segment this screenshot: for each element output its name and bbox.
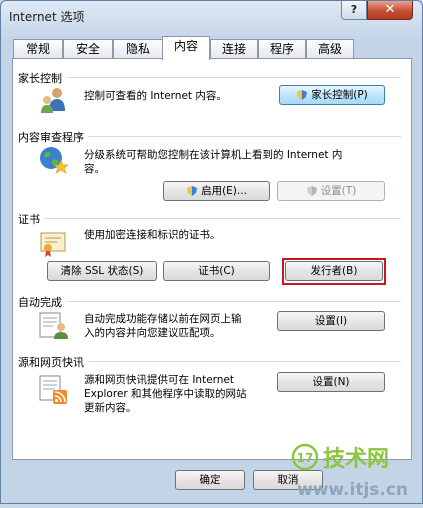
tab-programs[interactable]: 程序 [258,39,306,59]
publishers-highlight-box [282,258,386,285]
certificates-button[interactable]: 证书(C) [163,261,270,281]
tab-security[interactable]: 安全 [63,39,113,59]
tab-privacy[interactable]: 隐私 [113,39,163,59]
autocomplete-settings-button[interactable]: 设置(I) [277,311,385,331]
section-label-parental-controls: 家长控制 [18,70,66,86]
uac-shield-icon [187,186,198,196]
parental-controls-button-label: 家长控制(P) [311,89,368,101]
watermark-brand: 技术网 [323,447,389,472]
autocomplete-icon [39,312,68,339]
help-button[interactable]: ? [341,1,367,20]
section-divider [18,77,401,78]
parental-controls-button[interactable]: 家长控制(P) [279,85,385,105]
ok-button[interactable]: 确定 [175,470,245,490]
content-advisor-enable-label: 启用(E)... [201,185,247,197]
section-label-autocomplete: 自动完成 [18,294,66,310]
internet-options-window: Internet 选项 ? ✕ 常规 安全 隐私 内容 连接 程序 高级 家长控… [0,0,423,504]
certificates-description: 使用加密连接和标识的证书。 [84,229,221,241]
uac-shield-icon [297,90,308,100]
feeds-settings-button[interactable]: 设置(N) [277,372,385,392]
watermark-url: www.itjs.cn [297,480,408,500]
autocomplete-description: 自动完成功能存储以前在网页上输 入的内容并向您建议匹配项。 [84,313,242,339]
section-divider [18,218,401,219]
section-divider [18,301,401,302]
window-title: Internet 选项 [9,10,85,24]
tab-general[interactable]: 常规 [13,39,63,59]
globe-star-icon [40,147,69,174]
section-label-feeds: 源和网页快讯 [18,354,88,370]
section-label-content-advisor: 内容审查程序 [18,129,88,145]
tab-connections[interactable]: 连接 [210,39,258,59]
feeds-icon [39,375,67,404]
watermark-logo: 17 技术网 www.itjs.cn [291,443,408,500]
parental-controls-icon [41,88,65,113]
uac-shield-icon [306,186,317,196]
certificate-icon [40,232,66,257]
watermark-number: 17 [297,451,314,465]
content-advisor-enable-button[interactable]: 启用(E)... [163,181,270,201]
content-advisor-settings-label: 设置(T) [320,185,357,197]
section-label-certificates: 证书 [18,211,44,227]
clear-ssl-state-button[interactable]: 清除 SSL 状态(S) [47,261,157,281]
content-advisor-settings-button[interactable]: 设置(T) [277,181,385,201]
site-watermark: 17 技术网 www.itjs.cn [291,435,423,505]
tab-advanced[interactable]: 高级 [306,39,354,59]
content-advisor-description: 分级系统可帮助您控制在该计算机上看到的 Internet 内 容。 [84,149,343,175]
tab-content[interactable]: 内容 [162,36,210,60]
close-button[interactable]: ✕ [367,1,413,20]
parental-controls-description: 控制可查看的 Internet 内容。 [84,90,227,102]
feeds-description: 源和网页快讯提供可在 Internet Explorer 和其他程序中读取的网站… [84,374,247,414]
